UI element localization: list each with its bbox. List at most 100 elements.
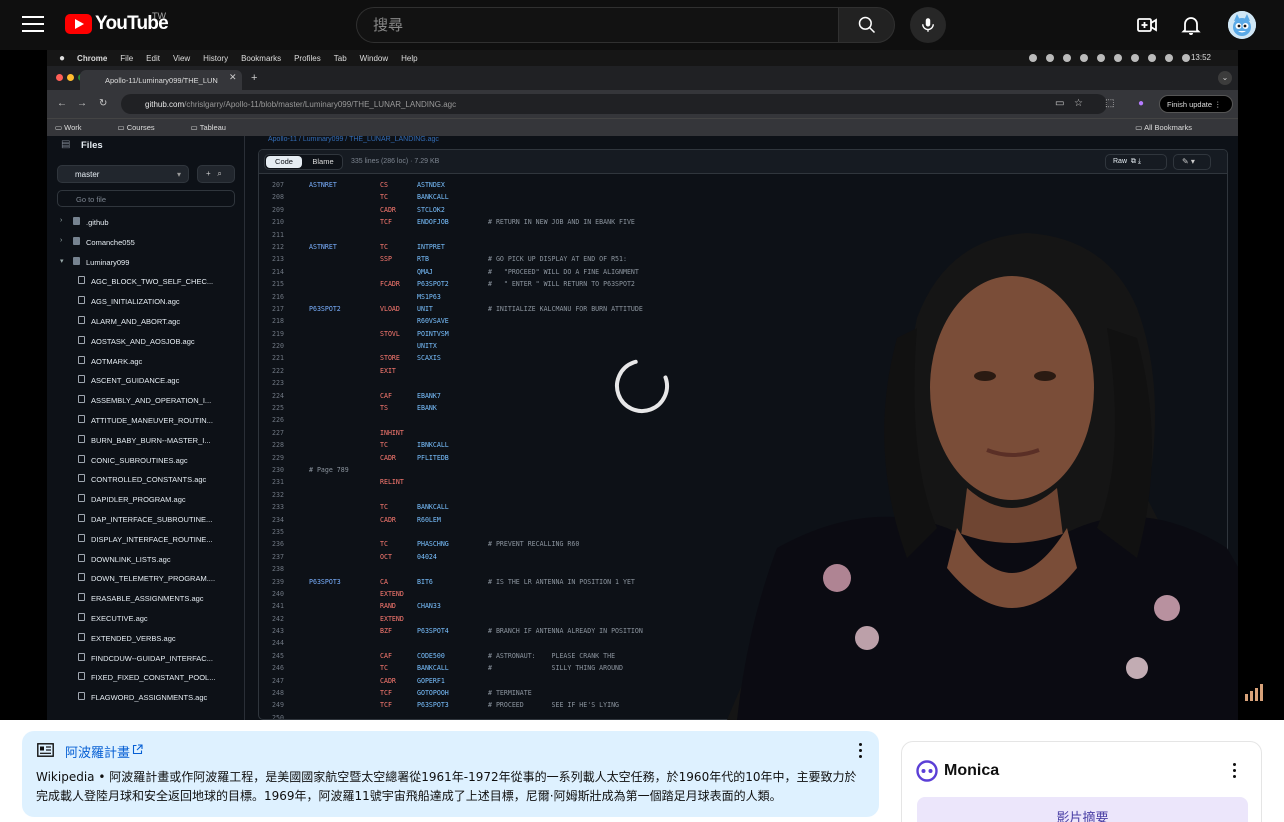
file-icon: [78, 296, 85, 305]
tree-file-item: ATTITUDE_MANEUVER_ROUTIN...: [47, 412, 245, 432]
code-arg: UNIT: [417, 304, 433, 313]
mac-menu-item: View: [172, 53, 191, 63]
tree-file-item: DOWN_TELEMETRY_PROGRAM....: [47, 570, 245, 590]
tree-item-label: DISPLAY_INTERFACE_ROUTINE...: [91, 534, 213, 544]
code-cmt: # INITIALIZE KALCMANU FOR BURN ATTITUDE: [488, 304, 643, 313]
code-ln: 223: [272, 379, 284, 388]
code-arg: ASTNDEX: [417, 181, 445, 189]
menu-icon[interactable]: [22, 16, 44, 34]
forward-icon: →: [77, 98, 87, 109]
mac-menu-item: History: [203, 53, 229, 63]
tree-file-item: BURN_BABY_BURN--MASTER_I...: [47, 432, 245, 452]
monica-title: Monica: [944, 762, 1000, 779]
mac-menu-item: Tab: [333, 53, 347, 63]
code-op: SSP: [380, 255, 392, 264]
code-ln: 217: [272, 304, 284, 313]
code-arg: EBANK7: [417, 391, 441, 400]
wiki-title-link[interactable]: 阿波羅計畫: [65, 742, 130, 761]
battery-icon: [1165, 54, 1173, 62]
tree-file-item: AOSTASK_AND_AOSJOB.agc: [47, 333, 245, 353]
create-video-button[interactable]: [1135, 13, 1159, 37]
code-lab: ASTNRET: [309, 181, 337, 189]
tree-folder-item: ▾ Luminary099: [47, 254, 245, 274]
code-arg: EBANK: [417, 404, 437, 413]
video-summary-button[interactable]: 影片摘要: [917, 797, 1248, 822]
voice-search-button[interactable]: [910, 7, 946, 43]
wiki-description: Wikipedia • 阿波羅計畫或作阿波羅工程，是美國國家航空暨太空總署從19…: [36, 768, 866, 806]
code-op: TC: [380, 503, 388, 512]
status-icon: [1029, 54, 1037, 62]
file-icon: [78, 355, 85, 364]
region-code: TW: [152, 11, 166, 21]
code-ln: 238: [272, 565, 284, 574]
code-op: CADR: [380, 676, 396, 685]
search-icon: [858, 16, 876, 34]
tree-item-label: BURN_BABY_BURN--MASTER_I...: [91, 435, 211, 445]
chevron-right-icon: ›: [60, 217, 63, 224]
code-op: CS: [380, 181, 388, 189]
notifications-button[interactable]: [1179, 13, 1203, 37]
search-button[interactable]: [838, 7, 895, 43]
tree-item-label: FIXED_FIXED_CONSTANT_POOL...: [91, 673, 216, 683]
code-op: STORE: [380, 354, 400, 363]
code-ln: 208: [272, 193, 284, 202]
code-ln: 212: [272, 242, 284, 251]
code-cmt: # ASTRONAUT: PLEASE CRANK THE: [488, 651, 616, 660]
code-ln: 232: [272, 490, 284, 499]
bookmark-label: Tableau: [199, 123, 226, 132]
code-arg: 04024: [417, 552, 437, 561]
code-ln: 220: [272, 342, 284, 351]
tree-item-label: AOTMARK.agc: [91, 356, 143, 366]
code-ln: 237: [272, 552, 284, 561]
code-blame-toggle: Code Blame: [264, 154, 343, 170]
code-cmt: # TERMINATE: [488, 689, 532, 698]
monica-logo-icon: [916, 760, 938, 782]
code-arg: SCAXIS: [417, 354, 441, 363]
new-tab-icon: +: [251, 72, 258, 84]
status-icon: [1131, 54, 1139, 62]
code-op: TC: [380, 193, 388, 202]
account-avatar[interactable]: [1228, 11, 1256, 39]
bookmark-label: Work: [64, 123, 82, 132]
blame-tab: Blame: [312, 157, 334, 166]
wifi-icon: [1148, 54, 1156, 62]
status-icon: [1097, 54, 1105, 62]
tree-file-item: FIXED_FIXED_CONSTANT_POOL...: [47, 669, 245, 689]
code-arg: POINTVSM: [417, 329, 449, 338]
code-arg: BANKCALL: [417, 193, 449, 202]
reload-icon: ↻: [99, 98, 108, 109]
mac-menu-item: Window: [359, 53, 389, 63]
code-op: EXIT: [380, 366, 396, 375]
folder-icon: [73, 256, 80, 265]
video-player[interactable]: ● Chrome File Edit View History Bookmark…: [0, 50, 1284, 720]
external-link-icon[interactable]: [132, 744, 143, 755]
close-window-icon: [56, 74, 63, 81]
code-op: RELINT: [380, 478, 404, 487]
file-tree: › .github › Comanche055 ▾ Luminary099 AGC_BLOC…: [47, 214, 245, 709]
code-line: 208 TC BANKCALL: [259, 192, 1227, 204]
code-arg: PHASCHNG: [417, 540, 449, 549]
code-cmt: # BRANCH IF ANTENNA ALREADY IN POSITION: [488, 627, 643, 636]
code-op: TC: [380, 441, 388, 450]
wiki-source: Wikipedia: [36, 770, 95, 784]
tree-item-label: Luminary099: [86, 257, 130, 267]
code-op: EXTEND: [380, 589, 404, 598]
apple-icon: ●: [59, 52, 66, 64]
wiki-more-options-button[interactable]: [858, 743, 862, 759]
code-op: CA: [380, 577, 388, 586]
code-ln: 247: [272, 676, 284, 685]
code-arg: PFLITEDB: [417, 453, 449, 462]
code-arg: RTB: [417, 255, 429, 264]
bookmark-label: Courses: [126, 123, 155, 132]
search-input[interactable]: [356, 7, 839, 43]
monica-more-options-button[interactable]: [1232, 763, 1236, 779]
code-ln: 244: [272, 639, 284, 648]
tree-file-item: AGS_INITIALIZATION.agc: [47, 293, 245, 313]
file-tree-sidebar: ▤ Files master ▾ + ⌕ Go to file › .github…: [47, 136, 245, 720]
bookmark-folder: ▭ Courses: [117, 123, 155, 132]
cartoon-cat-avatar-icon: [1228, 11, 1256, 39]
tree-file-item: AOTMARK.agc: [47, 353, 245, 373]
tree-item-label: DAP_INTERFACE_SUBROUTINE...: [91, 514, 213, 524]
tree-item-label: FLAGWORD_ASSIGNMENTS.agc: [91, 693, 208, 703]
code-op: TC: [380, 664, 388, 673]
